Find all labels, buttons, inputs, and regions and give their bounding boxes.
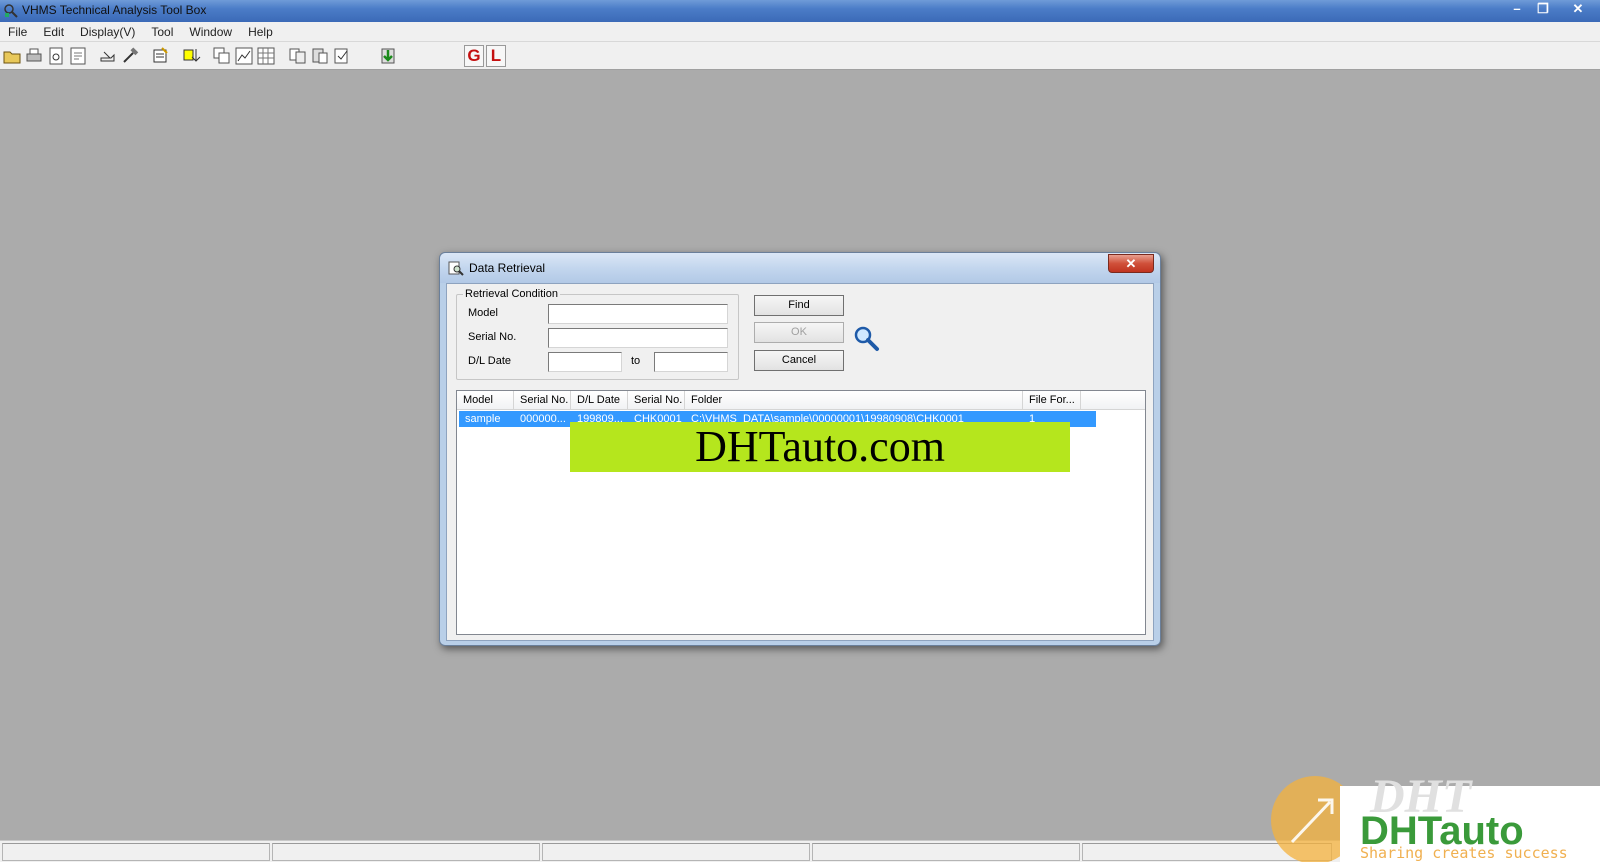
status-pane-1 bbox=[2, 843, 270, 861]
window-title-bar: VHMS Technical Analysis Tool Box – ❐ ✕ bbox=[0, 0, 1600, 22]
hand-pointer-icon[interactable] bbox=[98, 46, 118, 66]
list-header: Model Serial No. D/L Date Serial No. Fol… bbox=[457, 391, 1145, 410]
window-cascade-icon[interactable] bbox=[212, 46, 232, 66]
menu-bar: File Edit Display(V) Tool Window Help bbox=[0, 22, 1600, 42]
cancel-button[interactable]: Cancel bbox=[754, 350, 844, 371]
l-button[interactable]: L bbox=[486, 45, 506, 67]
status-pane-3 bbox=[542, 843, 810, 861]
menu-display[interactable]: Display(V) bbox=[72, 25, 143, 39]
watermark-banner: DHTauto.com bbox=[570, 422, 1070, 472]
dialog-title-bar: Data Retrieval ✕ bbox=[440, 253, 1160, 283]
search-document-icon bbox=[448, 261, 464, 276]
column-model[interactable]: Model bbox=[457, 391, 514, 410]
menu-file[interactable]: File bbox=[0, 25, 35, 39]
copy-icon[interactable] bbox=[288, 46, 308, 66]
hammer-icon[interactable] bbox=[120, 46, 140, 66]
exit-icon[interactable] bbox=[378, 46, 398, 66]
serial-label: Serial No. bbox=[468, 331, 517, 343]
column-folder[interactable]: Folder bbox=[685, 391, 1023, 410]
window-title: VHMS Technical Analysis Tool Box bbox=[22, 3, 207, 17]
dht-logo-watermark: DHT DHTauto Sharing creates success bbox=[1271, 772, 1600, 862]
restore-button[interactable]: ❐ bbox=[1530, 0, 1556, 18]
column-dl-date[interactable]: D/L Date bbox=[571, 391, 628, 410]
status-pane-2 bbox=[272, 843, 540, 861]
status-pane-4 bbox=[812, 843, 1080, 861]
app-icon bbox=[4, 4, 18, 18]
print-preview-icon[interactable] bbox=[46, 46, 66, 66]
dl-date-label: D/L Date bbox=[468, 355, 512, 367]
column-empty bbox=[1081, 391, 1145, 410]
to-label: to bbox=[631, 355, 641, 367]
menu-tool[interactable]: Tool bbox=[143, 25, 181, 39]
menu-edit[interactable]: Edit bbox=[35, 25, 72, 39]
print-icon[interactable] bbox=[24, 46, 44, 66]
group-title: Retrieval Condition bbox=[463, 288, 560, 300]
close-button[interactable]: ✕ bbox=[1556, 0, 1600, 18]
column-serial-2[interactable]: Serial No. bbox=[628, 391, 685, 410]
date-from-input[interactable] bbox=[548, 352, 622, 372]
model-label: Model bbox=[468, 307, 498, 319]
find-button[interactable]: Find bbox=[754, 295, 844, 316]
page-setup-icon[interactable] bbox=[68, 46, 88, 66]
dialog-title: Data Retrieval bbox=[469, 261, 546, 275]
menu-window[interactable]: Window bbox=[181, 25, 240, 39]
retrieval-condition-group: Retrieval Condition Model Serial No. D/L… bbox=[456, 288, 739, 380]
menu-help[interactable]: Help bbox=[240, 25, 281, 39]
model-input[interactable] bbox=[548, 304, 728, 324]
paste-icon[interactable] bbox=[310, 46, 330, 66]
column-file-format[interactable]: File For... bbox=[1023, 391, 1081, 410]
open-folder-icon[interactable] bbox=[2, 46, 22, 66]
document-edit-icon[interactable] bbox=[150, 46, 170, 66]
dialog-close-button[interactable]: ✕ bbox=[1108, 254, 1154, 273]
table-grid-icon[interactable] bbox=[256, 46, 276, 66]
minimize-button[interactable]: – bbox=[1504, 0, 1530, 18]
g-button[interactable]: G bbox=[464, 45, 484, 67]
column-serial[interactable]: Serial No. bbox=[514, 391, 571, 410]
check-document-icon[interactable] bbox=[332, 46, 352, 66]
cell-model: sample bbox=[465, 413, 501, 425]
magnifier-icon bbox=[854, 326, 879, 351]
date-to-input[interactable] bbox=[654, 352, 728, 372]
cell-serial: 000000... bbox=[520, 413, 566, 425]
toolbar: G L bbox=[0, 42, 1600, 70]
ok-button[interactable]: OK bbox=[754, 322, 844, 343]
download-arrow-icon[interactable] bbox=[182, 46, 202, 66]
serial-input[interactable] bbox=[548, 328, 728, 348]
window-controls: – ❐ ✕ bbox=[1504, 0, 1600, 20]
graph-icon[interactable] bbox=[234, 46, 254, 66]
watermark-slogan: Sharing creates success bbox=[1360, 844, 1568, 862]
